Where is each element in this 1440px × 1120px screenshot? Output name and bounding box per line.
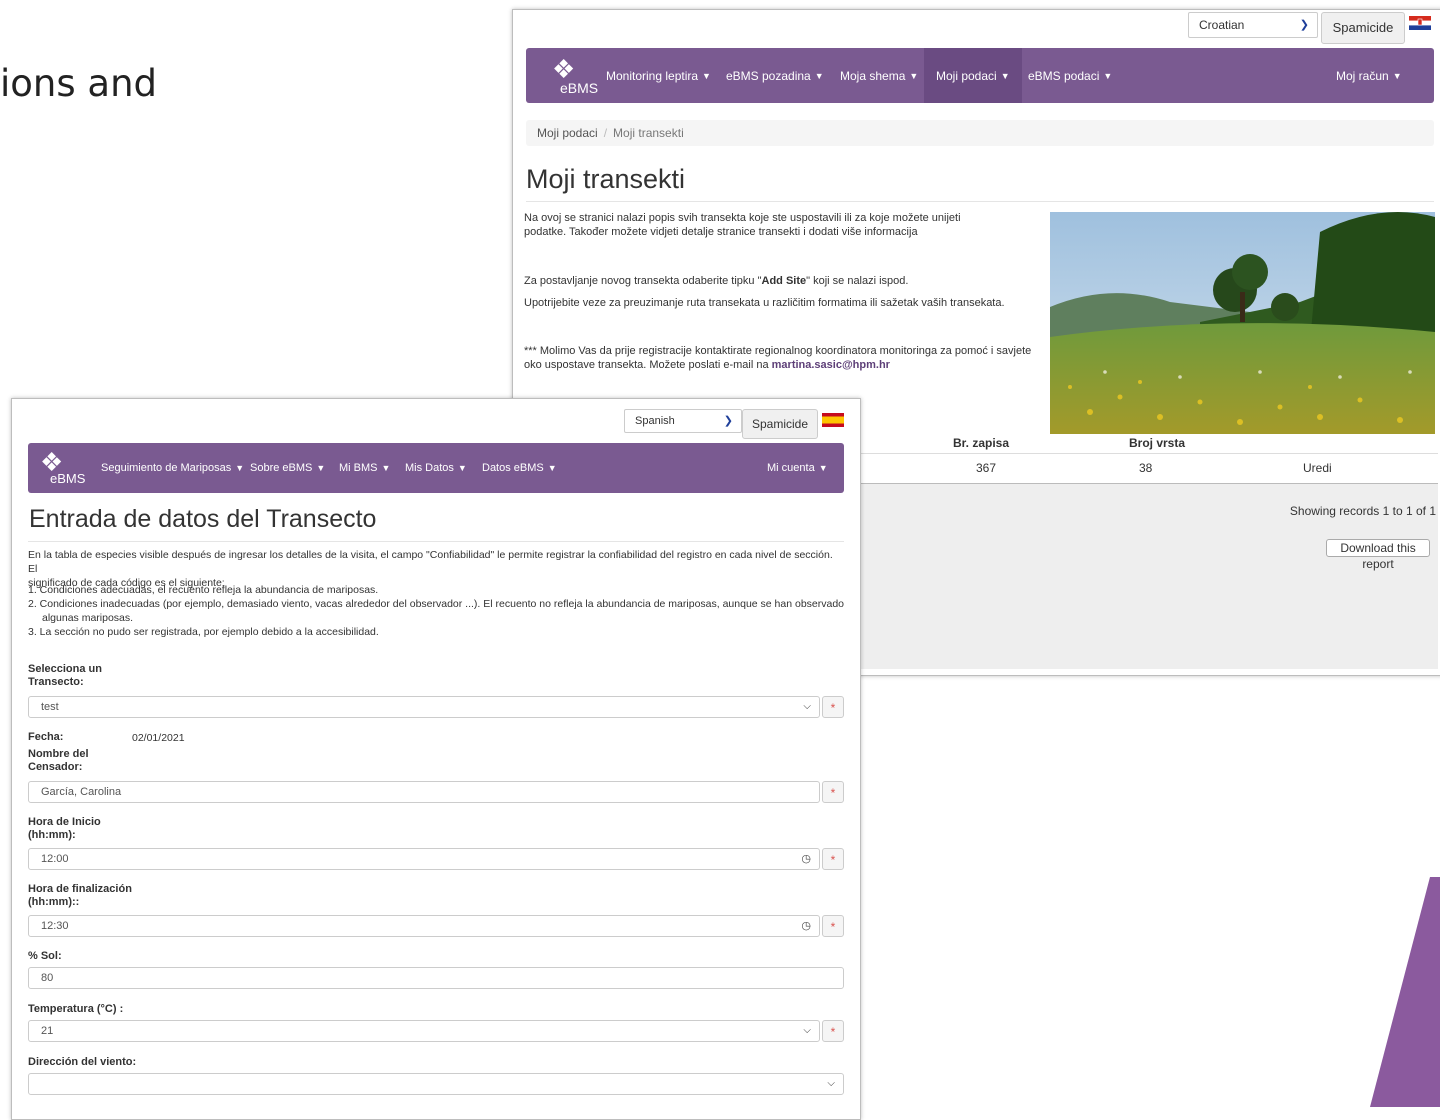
spamicide-button[interactable]: Spamicide <box>1321 12 1405 44</box>
chevron-down-icon: ⌵ <box>803 701 811 712</box>
temperature-select[interactable]: 21 ⌵ <box>28 1020 820 1042</box>
date-label: Fecha: <box>28 731 64 743</box>
divider <box>28 541 844 542</box>
required-marker: * <box>822 1020 844 1042</box>
nav-mi-bms[interactable]: Mi BMS ▼ <box>339 443 390 493</box>
showing-records-text: Showing records 1 to 1 of 1 <box>1289 504 1436 518</box>
caret-down-icon: ▼ <box>818 463 828 473</box>
add-site-text: Za postavljanje novog transekta odaberit… <box>524 275 909 287</box>
list-item: 2. Condiciones inadecuadas (por ejemplo,… <box>28 598 845 610</box>
spamicide-button[interactable]: Spamicide <box>742 409 818 439</box>
required-marker: * <box>822 915 844 937</box>
wind-direction-label: Dirección del viento: <box>28 1056 137 1068</box>
start-time-label: Hora de Inicio (hh:mm): <box>28 816 101 841</box>
language-select[interactable]: Croatian ❯ <box>1188 12 1318 38</box>
download-report-button[interactable]: Download this report <box>1326 539 1430 571</box>
wind-direction-select[interactable]: ⌵ <box>28 1073 844 1095</box>
caret-down-icon: ▼ <box>235 463 245 473</box>
species-count: 38 <box>1139 461 1153 475</box>
sun-input[interactable]: 80 <box>28 967 844 989</box>
caret-down-icon: ▼ <box>1103 70 1113 81</box>
page-title: Moji transekti <box>526 164 686 194</box>
caret-down-icon: ▼ <box>547 463 557 473</box>
clock-icon[interactable]: ◷ <box>801 916 811 936</box>
caret-down-icon: ▼ <box>1000 70 1010 81</box>
nav-ebms-podaci[interactable]: eBMS podaci ▼ <box>1028 48 1112 103</box>
croatian-flag-icon <box>1409 16 1431 30</box>
end-time-input[interactable]: 12:30 ◷ <box>28 915 820 937</box>
col-header-species: Broj vrsta <box>1129 436 1186 450</box>
clock-icon[interactable]: ◷ <box>801 849 811 869</box>
nav-moja-shema[interactable]: Moja shema ▼ <box>840 48 918 103</box>
email-link[interactable]: martina.sasic@hpm.hr <box>772 359 890 371</box>
list-item: algunas mariposas. <box>42 612 134 624</box>
caret-down-icon: ▼ <box>381 463 391 473</box>
records-count: 367 <box>976 461 997 475</box>
date-value: 02/01/2021 <box>132 732 185 744</box>
sun-label: % Sol: <box>28 950 62 962</box>
recorder-label: Nombre del Censador: <box>28 748 89 773</box>
nav-monitoring-leptira[interactable]: Monitoring leptira ▼ <box>606 48 711 103</box>
chevron-down-icon: ❯ <box>1299 19 1309 31</box>
required-marker: * <box>822 781 844 803</box>
chevron-down-icon: ⌵ <box>803 1025 811 1036</box>
transect-select[interactable]: test ⌵ <box>28 696 820 718</box>
main-navbar: ❖ eBMS Seguimiento de Mariposas ▼ Sobre e… <box>28 443 844 493</box>
intro-text: Na ovoj se stranici nalazi popis svih tr… <box>524 212 961 238</box>
download-routes-text: Upotrijebite veze za preuzimanje ruta tr… <box>524 297 1005 309</box>
transect-label: Selecciona un Transecto: <box>28 663 102 688</box>
required-marker: * <box>822 696 844 718</box>
reliability-list: 1. Condiciones adecuadas, el recuento re… <box>28 583 844 639</box>
breadcrumb-link[interactable]: Moji podaci <box>537 126 598 140</box>
slide-text: ions and <box>0 62 158 105</box>
nav-seguimiento[interactable]: Seguimiento de Mariposas ▼ <box>101 443 244 493</box>
caret-down-icon: ▼ <box>1392 70 1402 81</box>
nav-ebms-pozadina[interactable]: eBMS pozadina ▼ <box>726 48 824 103</box>
chevron-down-icon: ⌵ <box>827 1078 835 1089</box>
required-marker: * <box>822 848 844 870</box>
page-title: Entrada de datos del Transecto <box>29 505 377 533</box>
table-divider <box>838 453 1438 454</box>
nav-mis-datos[interactable]: Mis Datos ▼ <box>405 443 467 493</box>
meadow-photo <box>1050 212 1435 434</box>
nav-account[interactable]: Mi cuenta ▼ <box>767 443 828 493</box>
slide-accent-shape <box>1370 877 1440 1107</box>
col-header-records: Br. zapisa <box>953 436 1010 450</box>
divider <box>526 201 1434 202</box>
nav-datos-ebms[interactable]: Datos eBMS ▼ <box>482 443 557 493</box>
recorder-input[interactable]: García, Carolina <box>28 781 820 803</box>
temperature-label: Temperatura (°C) : <box>28 1003 124 1015</box>
caret-down-icon: ▼ <box>814 70 824 81</box>
chevron-down-icon: ❯ <box>723 415 733 427</box>
edit-link[interactable]: Uredi <box>1303 461 1332 475</box>
ebms-logo[interactable]: ❖ eBMS <box>36 449 96 489</box>
nav-sobre-ebms[interactable]: Sobre eBMS ▼ <box>250 443 325 493</box>
spanish-screenshot: Spanish ❯ Spamicide ❖ eBMS Seguimiento d… <box>11 398 861 1120</box>
language-value: Croatian <box>1199 18 1245 32</box>
breadcrumb: Moji podaci / Moji transekti <box>526 120 1434 146</box>
caret-down-icon: ▼ <box>316 463 326 473</box>
caret-down-icon: ▼ <box>909 70 919 81</box>
report-footer: Showing records 1 to 1 of 1 Download thi… <box>838 484 1438 669</box>
ebms-logo[interactable]: ❖ eBMS <box>538 56 598 96</box>
language-select[interactable]: Spanish ❯ <box>624 409 742 433</box>
language-value: Spanish <box>635 415 675 427</box>
butterfly-icon: ❖ <box>552 54 576 84</box>
nav-account[interactable]: Moj račun ▼ <box>1336 48 1402 103</box>
start-time-input[interactable]: 12:00 ◷ <box>28 848 820 870</box>
nav-moji-podaci[interactable]: Moji podaci ▼ <box>924 48 1022 103</box>
contact-text: *** Molimo Vas da prije registracije kon… <box>524 345 1032 371</box>
list-item: 1. Condiciones adecuadas, el recuento re… <box>28 584 379 596</box>
list-item: 3. La sección no pudo ser registrada, po… <box>28 626 379 638</box>
breadcrumb-current: Moji transekti <box>613 126 684 140</box>
spanish-flag-icon <box>822 413 844 427</box>
end-time-label: Hora de finalización (hh:mm):: <box>28 883 132 908</box>
caret-down-icon: ▼ <box>702 70 711 81</box>
main-navbar: ❖ eBMS Monitoring leptira ▼ eBMS pozadina… <box>526 48 1434 103</box>
caret-down-icon: ▼ <box>457 463 467 473</box>
